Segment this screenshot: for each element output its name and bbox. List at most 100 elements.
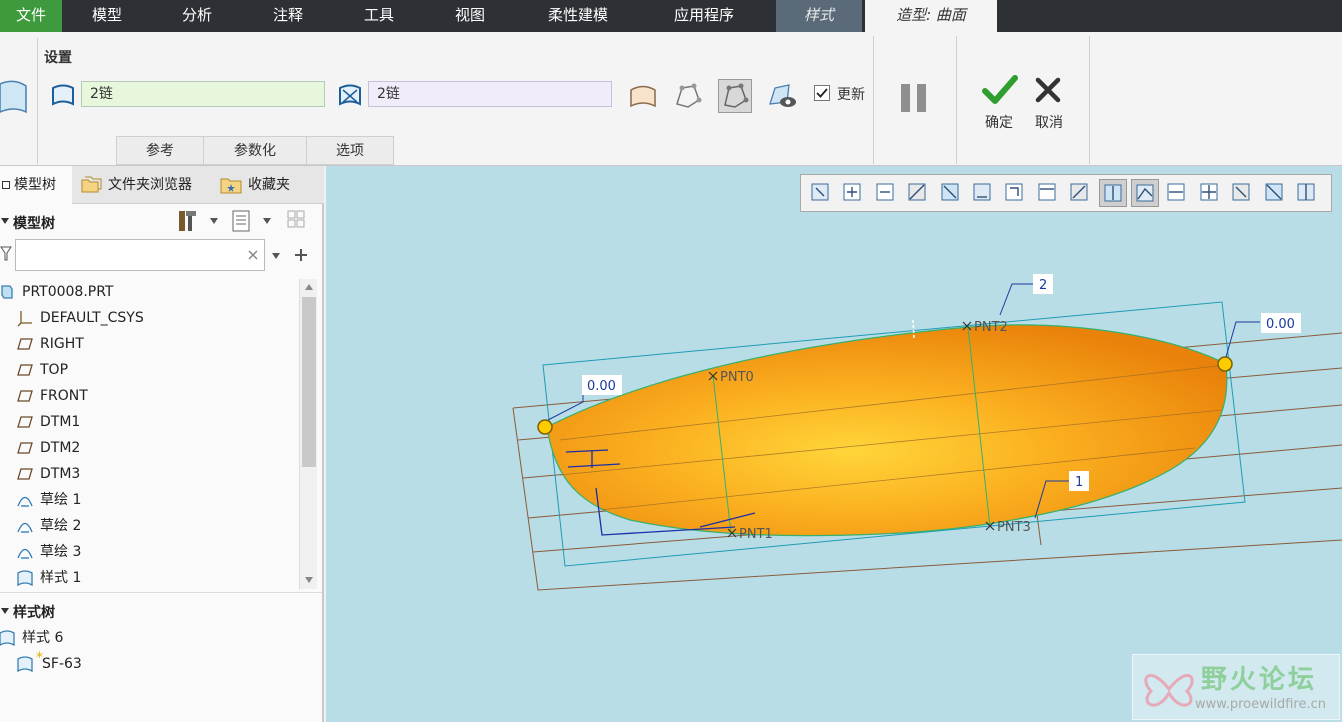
menu-view[interactable]: 视图 <box>435 0 505 32</box>
tab-model-tree[interactable]: 模型树 <box>0 166 72 204</box>
menu-surface-active[interactable]: 造型: 曲面 <box>865 0 997 32</box>
tree-item[interactable]: 草绘 1 <box>0 488 276 512</box>
chevron-down-icon[interactable] <box>209 217 219 225</box>
surface-icon <box>17 656 33 673</box>
scroll-thumb[interactable] <box>302 297 316 467</box>
graphics-viewport[interactable]: 0.00 0.00 2 1 PNT0 PNT1 PNT2 PNT3 野火论坛 w… <box>326 166 1342 722</box>
tree-scrollbar[interactable] <box>299 279 317 589</box>
search-input[interactable] <box>15 239 265 271</box>
sketch-icon <box>17 548 33 559</box>
model-tree-icon <box>2 181 10 189</box>
sketch-icon <box>17 522 33 533</box>
cancel-x-icon[interactable] <box>1034 76 1062 104</box>
filter-icon[interactable] <box>0 246 12 262</box>
point-label[interactable]: PNT0 <box>720 370 754 385</box>
ribbon-divider <box>1089 36 1090 164</box>
chevron-down-icon[interactable] <box>271 252 281 260</box>
tree-item-label: 草绘 1 <box>40 492 82 508</box>
watermark-url: www.proewildfire.cn <box>1195 697 1326 712</box>
dimension-label[interactable]: 0.00 <box>1266 317 1295 332</box>
tab-favorites[interactable]: 收藏夹 <box>214 166 322 204</box>
tree-item[interactable]: DTM3 <box>0 462 276 486</box>
model-canvas[interactable]: 0.00 0.00 2 1 PNT0 PNT1 PNT2 PNT3 <box>326 166 1342 722</box>
tab-folder-browser[interactable]: 文件夹浏览器 <box>76 166 210 204</box>
menu-tools[interactable]: 工具 <box>344 0 414 32</box>
endpoint-handle[interactable] <box>1217 356 1233 372</box>
tree-columns-icon[interactable] <box>286 209 312 233</box>
tab-options[interactable]: 选项 <box>306 136 394 165</box>
menu-analysis[interactable]: 分析 <box>162 0 232 32</box>
confirm-button[interactable]: 确定 <box>978 112 1020 132</box>
dimension-label[interactable]: 2 <box>1039 278 1047 293</box>
connection-icon[interactable] <box>718 79 752 113</box>
tree-item-label: 草绘 3 <box>40 544 82 560</box>
add-icon[interactable] <box>294 248 308 262</box>
tab-parameterize[interactable]: 参数化 <box>203 136 307 165</box>
dimension-label[interactable]: 1 <box>1075 475 1083 490</box>
show-list-icon[interactable] <box>230 209 254 233</box>
scroll-down-icon[interactable] <box>304 576 314 584</box>
endpoint-handle[interactable] <box>537 419 553 435</box>
tree-item[interactable]: RIGHT <box>0 332 276 356</box>
collapse-arrow-icon[interactable] <box>0 216 10 226</box>
style-icon <box>17 570 33 587</box>
tree-item-label: PRT0008.PRT <box>22 284 114 300</box>
menu-style[interactable]: 样式 <box>776 0 862 32</box>
tree-item[interactable]: 草绘 3 <box>0 540 276 564</box>
primary-chain-field[interactable]: 2链 <box>81 81 325 107</box>
tools-icon[interactable] <box>176 208 202 234</box>
tree-item-label: TOP <box>40 362 69 378</box>
menu-applications[interactable]: 应用程序 <box>652 0 756 32</box>
tree-item[interactable]: 样式 6 <box>0 626 294 650</box>
menu-file[interactable]: 文件 <box>0 0 62 32</box>
update-label: 更新 <box>837 87 865 103</box>
surface-analysis-icon[interactable] <box>767 80 799 112</box>
clear-search-icon[interactable] <box>247 249 259 261</box>
tree-item[interactable]: 草绘 2 <box>0 514 276 538</box>
confirm-checkmark-icon[interactable] <box>982 74 1018 106</box>
folder-icon <box>81 176 102 193</box>
scroll-up-icon[interactable] <box>304 283 314 291</box>
tree-item-label: FRONT <box>40 388 88 404</box>
datum-plane-icon <box>17 338 33 350</box>
tree-item[interactable]: DEFAULT_CSYS <box>0 306 276 330</box>
update-checkbox[interactable] <box>814 85 830 101</box>
tree-item-label: 样式 1 <box>40 570 82 586</box>
surface-icon[interactable] <box>0 78 28 118</box>
tree-item[interactable]: TOP <box>0 358 276 382</box>
menu-model[interactable]: 模型 <box>72 0 142 32</box>
point-label[interactable]: PNT3 <box>997 520 1031 535</box>
model-tree-title: 模型树 <box>13 216 55 232</box>
chevron-down-icon[interactable] <box>262 217 272 225</box>
tab-references[interactable]: 参考 <box>116 136 204 165</box>
cross-chain-field[interactable]: 2链 <box>368 81 612 107</box>
datum-plane-icon <box>17 416 33 428</box>
menu-annotate[interactable]: 注释 <box>253 0 323 32</box>
tree-item[interactable]: 样式 1 <box>0 566 276 590</box>
point-label[interactable]: PNT1 <box>739 527 773 542</box>
csys-icon <box>17 311 32 327</box>
watermark: 野火论坛 www.proewildfire.cn <box>1132 654 1340 720</box>
cancel-button[interactable]: 取消 <box>1028 112 1070 132</box>
part-icon <box>1 285 13 299</box>
surface-preview-icon[interactable] <box>627 80 659 112</box>
tree-item[interactable]: PRT0008.PRT <box>0 280 294 304</box>
control-mesh-icon[interactable] <box>672 80 704 112</box>
tree-item[interactable]: FRONT <box>0 384 276 408</box>
style-tree-title: 样式树 <box>13 605 55 621</box>
settings-label: 设置 <box>44 50 72 66</box>
pause-icon[interactable] <box>898 82 930 114</box>
favorites-icon <box>220 178 242 194</box>
tree-item[interactable]: * SF-63 <box>0 650 276 676</box>
tree-item[interactable]: DTM1 <box>0 410 276 434</box>
dimension-label[interactable]: 0.00 <box>587 379 616 394</box>
tree-item-label: RIGHT <box>40 336 84 352</box>
collapse-arrow-icon[interactable] <box>0 606 10 616</box>
tree-item[interactable]: DTM2 <box>0 436 276 460</box>
divider <box>0 592 322 593</box>
navigator-panel: 模型树 文件夹浏览器 收藏夹 模型树 PRT0008.PRT DEFAULT_C… <box>0 166 324 722</box>
point-label[interactable]: PNT2 <box>974 320 1008 335</box>
tree-item-label: DTM2 <box>40 440 81 456</box>
menu-flexible-modeling[interactable]: 柔性建模 <box>526 0 630 32</box>
butterfly-logo-icon <box>1144 674 1194 707</box>
